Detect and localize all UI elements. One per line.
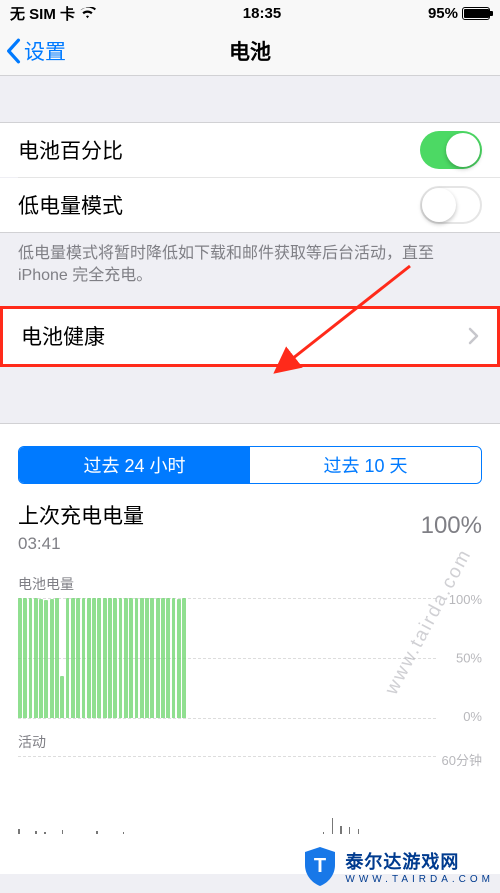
last-charge-title: 上次充电电量 (18, 500, 144, 530)
low-power-note: 低电量模式将暂时降低如下载和邮件获取等后台活动，直至 iPhone 完全充电。 (0, 233, 500, 306)
battery-level-chart: 电池电量 100% 50% 0% (0, 556, 500, 718)
low-power-row[interactable]: 低电量模式 (0, 178, 500, 233)
chevron-left-icon (5, 38, 21, 64)
battery-icon (462, 7, 490, 20)
y-tick: 100% (449, 592, 482, 607)
y-tick: 60分钟 (442, 750, 482, 769)
activity-chart: 活动 60分钟 (0, 718, 500, 834)
time-range-segmented: 过去 24 小时 过去 10 天 (0, 424, 500, 494)
watermark-url: WWW.TAIRDA.COM (345, 874, 494, 885)
back-button[interactable]: 设置 (5, 36, 66, 66)
row-label: 电池百分比 (18, 135, 123, 165)
battery-percent-toggle[interactable] (420, 131, 482, 169)
chart-title: 活动 (18, 732, 482, 752)
shield-icon: T (301, 845, 339, 887)
chart-title: 电池电量 (18, 574, 482, 594)
carrier-label: 无 SIM 卡 (10, 3, 75, 24)
status-bar: 无 SIM 卡 18:35 95% (0, 0, 500, 26)
row-label: 低电量模式 (18, 190, 123, 220)
svg-text:T: T (314, 855, 326, 877)
wifi-icon (79, 7, 96, 19)
low-power-toggle[interactable] (420, 186, 482, 224)
y-tick: 50% (456, 650, 482, 665)
nav-bar: 设置 电池 (0, 26, 500, 76)
segment-10d[interactable]: 过去 10 天 (250, 447, 481, 483)
battery-health-row[interactable]: 电池健康 (3, 309, 497, 364)
segment-24h[interactable]: 过去 24 小时 (19, 447, 250, 483)
battery-percent-status: 95% (428, 5, 458, 22)
last-charge-percent: 100% (421, 512, 482, 540)
watermark-corner: T 泰尔达游戏网 WWW.TAIRDA.COM (301, 845, 494, 887)
clock: 18:35 (243, 5, 281, 22)
battery-percent-row[interactable]: 电池百分比 (0, 122, 500, 177)
chevron-right-icon (468, 327, 479, 345)
y-tick: 0% (463, 709, 482, 724)
last-charge-time: 03:41 (18, 534, 144, 554)
page-title: 电池 (229, 36, 271, 66)
watermark-text: 泰尔达游戏网 (345, 848, 494, 874)
last-charge-block: 上次充电电量 03:41 100% (0, 494, 500, 556)
back-label: 设置 (24, 36, 66, 66)
row-label: 电池健康 (21, 321, 105, 351)
